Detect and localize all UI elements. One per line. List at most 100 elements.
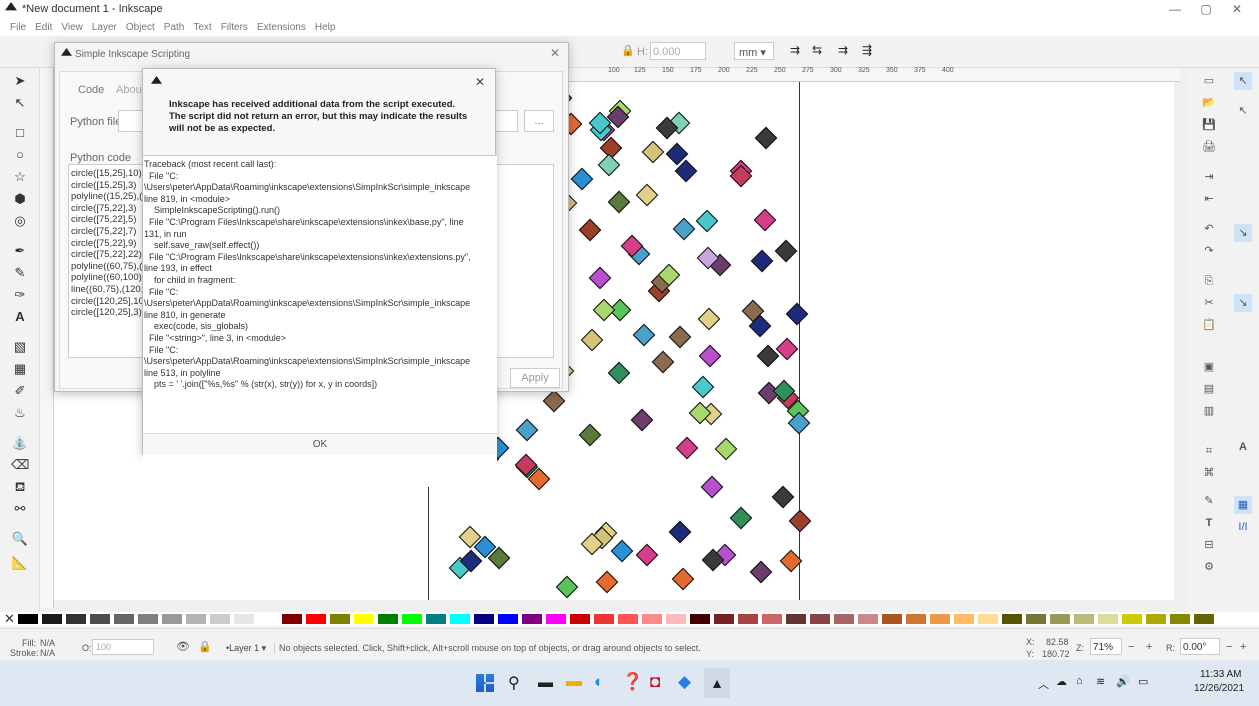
fill-stroke-icon[interactable]: ✎ bbox=[1200, 492, 1218, 510]
color-swatch[interactable] bbox=[954, 614, 974, 624]
object-icon[interactable]: ⌘ bbox=[1200, 464, 1218, 482]
file-explorer-icon[interactable]: ▬ bbox=[566, 673, 582, 691]
import-icon[interactable]: ⇥ bbox=[1200, 168, 1218, 186]
color-swatch[interactable] bbox=[186, 614, 206, 624]
redo-icon[interactable]: ↷ bbox=[1200, 242, 1218, 260]
zoom-out-button[interactable]: − bbox=[1128, 641, 1134, 653]
close-icon[interactable]: ✕ bbox=[475, 75, 485, 89]
ellipse-tool-icon[interactable]: ○ bbox=[11, 146, 29, 164]
wifi-icon[interactable]: ≋ bbox=[1096, 675, 1105, 688]
color-swatch[interactable] bbox=[738, 614, 758, 624]
color-swatch[interactable] bbox=[402, 614, 422, 624]
group-icon[interactable]: ▣ bbox=[1200, 358, 1218, 376]
color-swatch[interactable] bbox=[1002, 614, 1022, 624]
cloud-icon[interactable]: ☁ bbox=[1056, 675, 1067, 688]
snap-nodes-icon[interactable]: ↘ bbox=[1234, 224, 1252, 242]
color-swatch[interactable] bbox=[882, 614, 902, 624]
color-swatch[interactable] bbox=[210, 614, 230, 624]
close-button[interactable]: ✕ bbox=[1222, 0, 1252, 18]
dropper-tool-icon[interactable]: ✐ bbox=[11, 382, 29, 400]
measure-tool-icon[interactable]: 📐 bbox=[11, 554, 29, 572]
node-tool-icon[interactable]: ↖ bbox=[11, 94, 29, 112]
menu-edit[interactable]: Edit bbox=[35, 22, 52, 33]
color-palette[interactable]: ✕ bbox=[0, 611, 1259, 627]
lock-icon[interactable]: 🔒 bbox=[621, 44, 635, 57]
color-swatch[interactable] bbox=[138, 614, 158, 624]
apply-button[interactable]: Apply bbox=[510, 368, 560, 388]
maximize-button[interactable]: ▢ bbox=[1191, 0, 1221, 18]
clock-date[interactable]: 12/26/2021 bbox=[1194, 683, 1244, 694]
color-swatch[interactable] bbox=[18, 614, 38, 624]
color-swatch[interactable] bbox=[1146, 614, 1166, 624]
rotate-plus-button[interactable]: + bbox=[1240, 641, 1246, 653]
zoom-in-button[interactable]: + bbox=[1146, 641, 1152, 653]
task-view-icon[interactable]: ▬ bbox=[538, 674, 553, 691]
color-swatch[interactable] bbox=[906, 614, 926, 624]
menu-text[interactable]: Text bbox=[193, 22, 211, 33]
color-swatch[interactable] bbox=[474, 614, 494, 624]
selector-tool-icon[interactable]: ➤ bbox=[11, 72, 29, 90]
color-swatch[interactable] bbox=[594, 614, 614, 624]
copy-icon[interactable]: ⎘ bbox=[1200, 272, 1218, 290]
menu-view[interactable]: View bbox=[61, 22, 83, 33]
color-swatch[interactable] bbox=[234, 614, 254, 624]
color-swatch[interactable] bbox=[90, 614, 110, 624]
close-icon[interactable]: ✕ bbox=[550, 46, 560, 60]
snap-toggle-icon[interactable]: ↖ bbox=[1234, 72, 1252, 90]
help-icon[interactable]: ❓ bbox=[622, 672, 643, 692]
menu-extensions[interactable]: Extensions bbox=[257, 22, 306, 33]
browse-button[interactable]: ... bbox=[524, 110, 554, 132]
zoom-tool-icon[interactable]: 🔍 bbox=[11, 530, 29, 548]
menu-layer[interactable]: Layer bbox=[92, 22, 117, 33]
menu-path[interactable]: Path bbox=[164, 22, 185, 33]
tab-about[interactable]: About bbox=[116, 84, 145, 96]
layers-icon[interactable]: ▥ bbox=[1200, 402, 1218, 420]
layer-select[interactable]: •Layer 1 ▾ bbox=[226, 643, 266, 654]
color-swatch[interactable] bbox=[354, 614, 374, 624]
rotation-input[interactable]: 0.00° bbox=[1180, 638, 1220, 655]
text-font-icon[interactable]: T bbox=[1200, 514, 1218, 532]
ok-button[interactable]: OK bbox=[143, 433, 497, 455]
rotate-minus-button[interactable]: − bbox=[1226, 641, 1232, 653]
color-swatch[interactable] bbox=[1098, 614, 1118, 624]
align-icon[interactable]: ⇉ bbox=[790, 43, 800, 57]
3d-box-tool-icon[interactable]: ⬢ bbox=[11, 190, 29, 208]
snap-path-icon[interactable]: ↘ bbox=[1234, 294, 1252, 312]
inkscape-taskbar-icon[interactable]: ▲ bbox=[704, 668, 730, 698]
color-swatch[interactable] bbox=[858, 614, 878, 624]
calligraphy-tool-icon[interactable]: ✑ bbox=[11, 286, 29, 304]
battery-icon[interactable]: ▭ bbox=[1138, 675, 1148, 688]
opacity-input[interactable]: 100 bbox=[92, 639, 154, 655]
color-swatch[interactable] bbox=[42, 614, 62, 624]
network-icon[interactable]: ⌂ bbox=[1076, 675, 1083, 687]
no-paint-icon[interactable]: ✕ bbox=[4, 611, 15, 627]
align-icon[interactable]: ⇉ bbox=[838, 43, 848, 57]
text-tool-icon[interactable]: A bbox=[11, 308, 29, 326]
color-swatch[interactable] bbox=[306, 614, 326, 624]
rectangle-tool-icon[interactable]: □ bbox=[11, 124, 29, 142]
align-icon[interactable]: ⇶ bbox=[862, 43, 872, 57]
color-swatch[interactable] bbox=[1074, 614, 1094, 624]
export-icon[interactable]: ⇤ bbox=[1200, 190, 1218, 208]
windows-start-icon[interactable] bbox=[476, 674, 494, 692]
color-swatch[interactable] bbox=[618, 614, 638, 624]
color-swatch[interactable] bbox=[282, 614, 302, 624]
color-swatch[interactable] bbox=[546, 614, 566, 624]
snap-grid-icon[interactable]: ▦ bbox=[1234, 496, 1252, 514]
zoom-input[interactable]: 71% bbox=[1090, 638, 1122, 655]
edge-browser-icon[interactable]: ◐ bbox=[594, 672, 604, 692]
color-swatch[interactable] bbox=[1170, 614, 1190, 624]
clock-time[interactable]: 11:33 AM bbox=[1200, 669, 1242, 680]
tray-chevron-icon[interactable]: ︿ bbox=[1038, 676, 1049, 692]
color-swatch[interactable] bbox=[930, 614, 950, 624]
snap-text-icon[interactable]: A bbox=[1234, 438, 1252, 456]
snap-guide-icon[interactable]: I/I bbox=[1234, 518, 1252, 536]
volume-icon[interactable]: 🔊 bbox=[1116, 675, 1130, 688]
ungroup-icon[interactable]: ▤ bbox=[1200, 380, 1218, 398]
save-icon[interactable]: 💾 bbox=[1200, 116, 1218, 134]
preferences-icon[interactable]: ⚙ bbox=[1200, 558, 1218, 576]
color-swatch[interactable] bbox=[762, 614, 782, 624]
color-swatch[interactable] bbox=[522, 614, 542, 624]
color-swatch[interactable] bbox=[1026, 614, 1046, 624]
menu-file[interactable]: File bbox=[10, 22, 26, 33]
